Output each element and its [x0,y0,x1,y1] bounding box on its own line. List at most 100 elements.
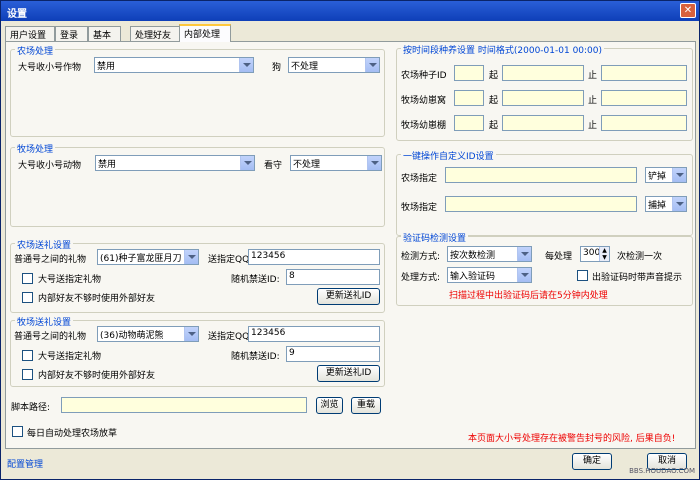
handle-mode-select[interactable]: 输入验证码 [447,267,532,283]
shed-start-input[interactable] [502,115,584,131]
script-path-input[interactable] [61,397,307,413]
farm-random-label: 随机禁送ID: [231,275,280,285]
crop-select[interactable]: 禁用 [94,57,254,73]
chevron-down-icon[interactable] [365,58,379,72]
chevron-down-icon[interactable] [517,247,531,261]
chevron-down-icon[interactable] [517,268,531,282]
settings-window: 设置 ✕ 用户设置 登录 基本 处理好友 内部处理 农场处理 大号收小号作物 禁… [0,0,700,480]
oneclick-ranch-action-select[interactable]: 捕掉 [645,196,687,212]
detect-mode-label: 检测方式: [401,252,441,262]
nest-end-label: 止 [588,96,598,106]
dog-select[interactable]: 不处理 [288,57,380,73]
animal-select-value: 禁用 [98,160,117,170]
ok-button[interactable]: 确定 [572,453,612,470]
farm-gift-select[interactable]: (61)种子富龙匪月刀 [97,249,199,265]
farm-qq-input[interactable]: 123456 [248,249,380,265]
shed-start-label: 起 [489,121,499,131]
detect-mode-select[interactable]: 按次数检测 [447,246,532,262]
farm-update-gift-button[interactable]: 更新送礼ID [317,288,380,305]
farm-group: 农场处理 大号收小号作物 禁用 狗 不处理 [10,44,385,137]
ranch-gift-select[interactable]: (36)动物萌泥熊 [97,326,199,342]
tab-friends[interactable]: 处理好友 [130,26,180,41]
daily-grass-checkbox[interactable] [12,426,23,437]
ranch-gift-group: 牧场送礼设置 普通号之间的礼物 (36)动物萌泥熊 送指定QQ 123456 大… [10,315,385,387]
captcha-notice: 扫描过程中出验证码后请在5分钟内处理 [449,291,608,301]
oneclick-farm-action-select[interactable]: 铲掉 [645,167,687,183]
title-bar[interactable]: 设置 ✕ [1,1,699,21]
captcha-sound-checkbox[interactable] [577,270,588,281]
config-manage-link[interactable]: 配置管理 [7,457,43,470]
tab-basic[interactable]: 基本 [88,26,121,41]
tab-panel: 农场处理 大号收小号作物 禁用 狗 不处理 牧场处理 大号收小号动物 禁用 看守… [5,41,696,449]
farm-external-checkbox[interactable] [22,292,33,303]
close-icon[interactable]: ✕ [680,3,696,18]
watermark: BBS.HOUDAO.COM [629,467,695,475]
every-count-value: 300 [583,248,601,258]
animal-select[interactable]: 禁用 [95,155,255,171]
nest-id-input[interactable] [454,90,484,106]
oneclick-farm-input[interactable] [445,167,637,183]
dog-label: 狗 [272,63,282,73]
time-seed-legend: 按时间段种养设置 时间格式(2000-01-01 00:00) [401,43,605,56]
window-title: 设置 [7,9,27,20]
oneclick-farm-action-value: 铲掉 [648,172,667,182]
chevron-down-icon[interactable] [672,197,686,211]
captcha-group: 验证码检测设置 检测方式: 按次数检测 每处理 300 ▲ ▼ 次检测一次 处理方… [396,231,693,306]
oneclick-ranch-input[interactable] [445,196,637,212]
tab-internal[interactable]: 内部处理 [179,24,231,42]
ranch-update-gift-button[interactable]: 更新送礼ID [317,365,380,382]
spin-arrows-icon[interactable]: ▲ ▼ [599,247,609,261]
chevron-down-icon[interactable] [239,58,253,72]
farm-legend: 农场处理 [15,44,56,57]
nest-start-input[interactable] [502,90,584,106]
time-seed-group: 按时间段种养设置 时间格式(2000-01-01 00:00) 农场种子ID 起… [396,43,693,141]
every-label: 每处理 [545,252,573,262]
ranch-gift-select-value: (36)动物萌泥熊 [100,331,164,341]
ranch-group: 牧场处理 大号收小号动物 禁用 看守 不处理 [10,142,385,227]
every-count-stepper[interactable]: 300 ▲ ▼ [580,246,610,262]
chevron-down-icon[interactable] [184,327,198,341]
every-suffix-label: 次检测一次 [617,252,663,262]
guard-select[interactable]: 不处理 [290,155,382,171]
reload-button[interactable]: 重载 [351,397,381,414]
crop-label: 大号收小号作物 [18,63,82,73]
oneclick-ranch-label: 牧场指定 [401,203,438,213]
nest-end-input[interactable] [601,90,687,106]
nest-row-label: 牧场幼崽窝 [401,96,447,106]
seed-start-label: 起 [489,71,499,81]
farm-big-gift-checkbox[interactable] [22,273,33,284]
captcha-sound-label: 出验证码时带声音提示 [592,273,683,283]
ranch-qq-input[interactable]: 123456 [248,326,380,342]
chevron-down-icon[interactable] [184,250,198,264]
farm-gift-label: 普通号之间的礼物 [14,255,87,265]
seed-id-input[interactable] [454,65,484,81]
browse-button[interactable]: 浏览 [316,397,343,414]
chevron-down-icon[interactable] [367,156,381,170]
oneclick-legend: 一键操作自定义ID设置 [401,149,496,162]
guard-select-value: 不处理 [293,160,321,170]
captcha-legend: 验证码检测设置 [401,231,469,244]
farm-gift-select-value: (61)种子富龙匪月刀 [100,254,182,264]
handle-mode-value: 输入验证码 [450,272,496,282]
ranch-external-checkbox[interactable] [22,369,33,380]
tab-user-settings[interactable]: 用户设置 [5,26,55,41]
ranch-external-label: 内部好友不够时使用外部好友 [38,371,156,381]
nest-start-label: 起 [489,96,499,106]
tab-login[interactable]: 登录 [55,26,88,41]
detect-mode-value: 按次数检测 [450,251,496,261]
ranch-big-gift-checkbox[interactable] [22,350,33,361]
shed-end-input[interactable] [601,115,687,131]
farm-gift-legend: 农场送礼设置 [15,238,74,251]
chevron-down-icon[interactable] [240,156,254,170]
ranch-big-gift-label: 大号送指定礼物 [38,352,102,362]
shed-row-label: 牧场幼崽棚 [401,121,447,131]
ranch-legend: 牧场处理 [15,142,56,155]
farm-random-input[interactable]: 8 [286,269,380,285]
time-format-hint: 时间格式(2000-01-01 00:00) [477,46,603,56]
ranch-random-input[interactable]: 9 [286,346,380,362]
seed-start-input[interactable] [502,65,584,81]
shed-id-input[interactable] [454,115,484,131]
seed-end-input[interactable] [601,65,687,81]
chevron-down-icon[interactable] [672,168,686,182]
farm-qq-label: 送指定QQ [208,255,250,265]
